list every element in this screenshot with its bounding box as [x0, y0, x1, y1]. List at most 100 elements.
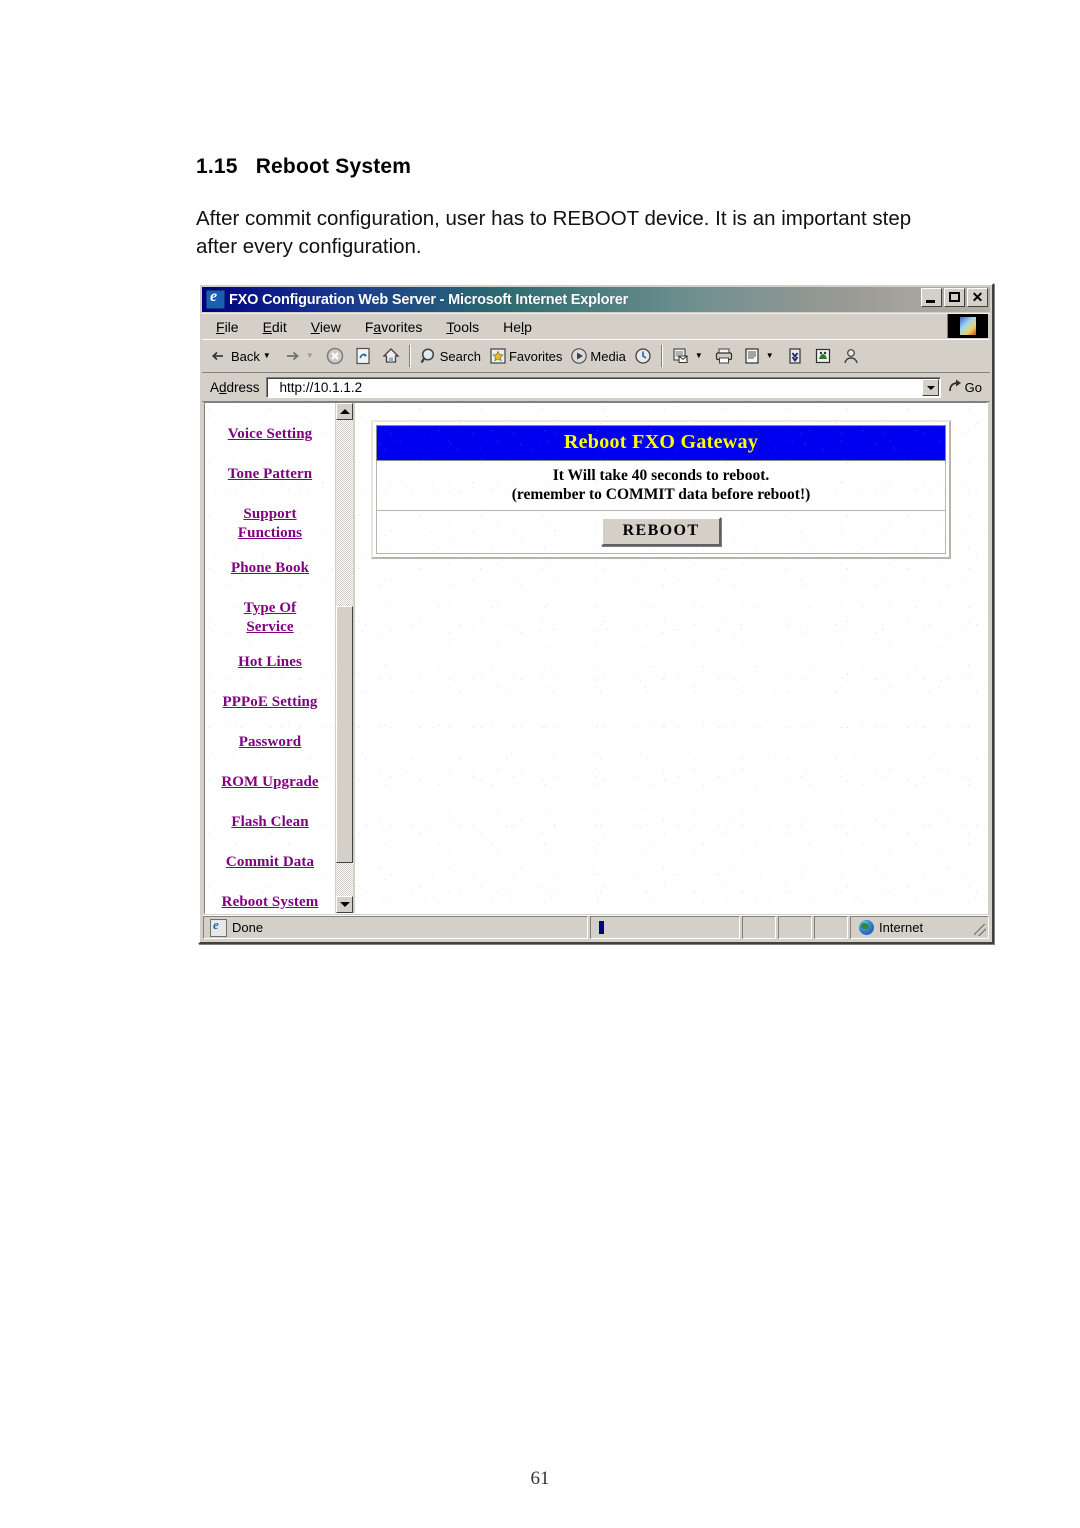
globe-icon — [859, 920, 874, 935]
nav-tone-pattern[interactable]: Tone Pattern — [205, 465, 335, 484]
nav-pppoe-setting[interactable]: PPPoE Setting — [205, 693, 335, 712]
person-icon — [840, 345, 862, 367]
section-number: 1.15 — [196, 155, 238, 178]
nav-support-functions-line1: Support — [243, 506, 297, 522]
favorites-star-icon — [487, 345, 509, 367]
toolbar-separator-2 — [660, 345, 663, 367]
edit-page-icon — [741, 345, 763, 367]
internet-explorer-icon — [206, 288, 225, 309]
media-button[interactable]: Media — [565, 342, 628, 370]
menu-item-tools[interactable]: Tools — [436, 317, 489, 337]
nav-password[interactable]: Password — [205, 733, 335, 752]
navigation-frame-scrollbar[interactable] — [335, 403, 353, 913]
navigation-frame: Voice Setting Tone Pattern Support Functi… — [205, 403, 355, 913]
scrollbar-thumb[interactable] — [336, 605, 353, 863]
search-icon — [418, 345, 440, 367]
media-icon — [568, 345, 590, 367]
menu-item-help[interactable]: Help — [493, 317, 542, 337]
print-button[interactable] — [710, 342, 738, 370]
media-button-label: Media — [590, 348, 626, 364]
menu-item-file[interactable]: File — [206, 317, 249, 337]
address-dropdown-icon[interactable] — [921, 378, 939, 396]
menu-item-view[interactable]: View — [301, 317, 351, 337]
nav-rom-upgrade[interactable]: ROM Upgrade — [205, 773, 335, 792]
status-slot-2 — [778, 916, 812, 939]
browser-window: FXO Configuration Web Server - Microsoft… — [198, 283, 994, 944]
back-dropdown-icon[interactable]: ▼ — [263, 352, 271, 360]
menu-item-edit[interactable]: Edit — [253, 317, 297, 337]
nav-flash-clean[interactable]: Flash Clean — [205, 813, 335, 832]
status-text-pane: Done — [203, 916, 588, 939]
user-button[interactable] — [837, 342, 865, 370]
back-button[interactable]: Back ▼ — [206, 342, 278, 370]
minimize-button[interactable] — [921, 288, 942, 307]
mail-button[interactable]: ▼ — [667, 342, 710, 370]
reboot-button[interactable]: REBOOT — [600, 517, 722, 546]
search-button[interactable]: Search — [415, 342, 484, 370]
stop-button[interactable] — [321, 342, 349, 370]
address-input[interactable]: http://10.1.1.2 — [265, 376, 941, 398]
close-icon: ✕ — [971, 289, 984, 305]
reboot-panel-header: Reboot FXO Gateway — [376, 425, 946, 461]
forward-arrow-icon — [281, 345, 303, 367]
resize-grip-icon[interactable] — [974, 924, 986, 936]
reboot-panel-title: Reboot FXO Gateway — [563, 431, 759, 453]
reboot-panel-footer: REBOOT — [376, 511, 946, 554]
close-button[interactable]: ✕ — [967, 288, 988, 307]
status-slot-1 — [742, 916, 776, 939]
discuss-button[interactable] — [781, 342, 809, 370]
page-document-icon — [210, 917, 227, 937]
address-value: http://10.1.1.2 — [279, 379, 363, 395]
nav-phone-book[interactable]: Phone Book — [205, 559, 335, 578]
edit-button[interactable]: ▼ — [738, 342, 781, 370]
reboot-message-line2: (remember to COMMIT data before reboot!) — [511, 486, 811, 503]
nav-reboot-system[interactable]: Reboot System — [205, 893, 335, 912]
scrollbar-track[interactable] — [336, 420, 353, 896]
title-bar: FXO Configuration Web Server - Microsoft… — [202, 287, 990, 312]
refresh-button[interactable] — [349, 342, 377, 370]
edit-dropdown-icon[interactable]: ▼ — [766, 352, 774, 360]
page-number: 61 — [530, 1468, 550, 1489]
home-icon — [380, 345, 402, 367]
security-zone-text: Internet — [879, 920, 924, 935]
chevron-up-icon — [340, 409, 350, 414]
messenger-icon — [812, 345, 834, 367]
messenger-button[interactable] — [809, 342, 837, 370]
nav-commit-data[interactable]: Commit Data — [205, 853, 335, 872]
minimize-icon — [926, 300, 935, 303]
security-zone-pane[interactable]: Internet — [850, 916, 989, 939]
stop-icon — [324, 345, 346, 367]
chevron-down-icon — [340, 902, 350, 907]
progress-indicator — [599, 921, 604, 934]
go-button[interactable]: Go — [941, 376, 990, 398]
favorites-button-label: Favorites — [508, 348, 563, 364]
nav-hot-lines[interactable]: Hot Lines — [205, 653, 335, 672]
menu-bar: File Edit View Favorites Tools Help — [202, 313, 990, 339]
mail-icon — [670, 345, 692, 367]
scroll-up-button[interactable] — [336, 403, 353, 420]
maximize-button[interactable] — [944, 288, 965, 307]
home-button[interactable] — [377, 342, 405, 370]
search-button-label: Search — [439, 348, 481, 364]
nav-type-of-service-line2: Service — [246, 619, 294, 635]
nav-voice-setting[interactable]: Voice Setting — [205, 425, 335, 444]
nav-support-functions-line2: Functions — [237, 525, 303, 541]
scroll-down-button[interactable] — [336, 896, 353, 913]
forward-button[interactable]: ▼ — [278, 342, 321, 370]
back-button-label: Back — [231, 348, 260, 364]
back-arrow-icon — [209, 345, 231, 367]
page-title: 1.15 Reboot System — [196, 155, 411, 179]
history-button[interactable] — [629, 342, 657, 370]
refresh-icon — [352, 345, 374, 367]
forward-dropdown-icon[interactable]: ▼ — [306, 352, 314, 360]
intro-paragraph: After commit configuration, user has to … — [196, 207, 912, 258]
status-slot-3 — [814, 916, 848, 939]
nav-support-functions[interactable]: Support Functions — [205, 505, 335, 543]
favorites-button[interactable]: Favorites — [484, 342, 565, 370]
section-title: Reboot System — [255, 155, 412, 178]
status-bar: Done Internet — [203, 915, 989, 939]
nav-type-of-service[interactable]: Type Of Service — [205, 599, 335, 637]
mail-dropdown-icon[interactable]: ▼ — [695, 352, 703, 360]
menu-item-favorites[interactable]: Favorites — [355, 317, 433, 337]
toolbar-separator — [408, 345, 411, 367]
